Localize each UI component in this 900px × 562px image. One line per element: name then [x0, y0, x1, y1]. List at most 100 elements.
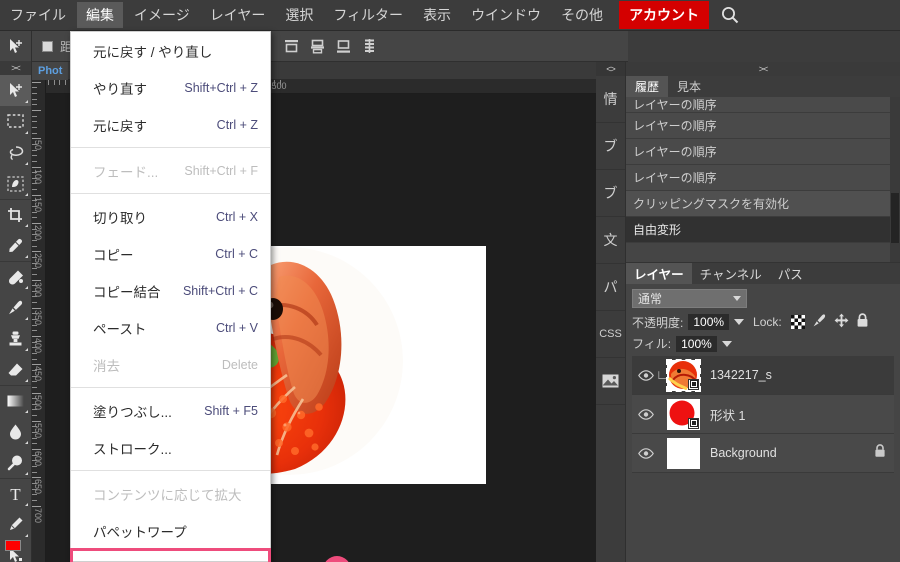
lock-all-icon[interactable] — [856, 313, 869, 331]
tool-crop-tool[interactable] — [0, 199, 31, 230]
edit-menu-item-label: 元に戻す / やり直し — [93, 44, 213, 60]
edit-menu-item[interactable]: 切り取り Ctrl + X — [71, 198, 270, 235]
eye-icon[interactable] — [636, 369, 656, 381]
menu-item-edit[interactable]: 編集 — [77, 2, 123, 28]
menu-item-view[interactable]: 表示 — [414, 2, 460, 28]
chevron-down-icon[interactable] — [721, 340, 732, 347]
eye-icon[interactable] — [636, 408, 656, 420]
blend-mode-select[interactable]: 通常 — [632, 289, 747, 308]
edit-menu-item[interactable]: コピー Ctrl + C — [71, 235, 270, 272]
layer-name[interactable]: 1342217_s — [710, 368, 772, 382]
layer-row[interactable]: Background — [632, 434, 894, 473]
rail-item-brush[interactable]: ブ — [596, 123, 625, 170]
tab-history[interactable]: 履歴 — [626, 76, 669, 97]
menu-item-image[interactable]: イメージ — [125, 2, 199, 28]
tab-layers[interactable]: レイヤー — [626, 263, 692, 284]
layer-row[interactable]: ∟ 1342217_s — [632, 356, 894, 395]
distribute-vertical-icon[interactable] — [361, 38, 378, 55]
layer-name[interactable]: 形状 1 — [710, 405, 745, 424]
align-top-icon[interactable] — [283, 38, 300, 55]
foreground-color-swatch[interactable] — [5, 540, 21, 551]
edit-menu-item[interactable]: やり直す Shift+Ctrl + Z — [71, 69, 270, 106]
layer-thumbnail[interactable] — [667, 437, 700, 469]
edit-menu-item[interactable]: パペットワープ — [71, 512, 270, 549]
ruler-tick — [32, 426, 37, 428]
tools-collapse-handle[interactable]: >< — [0, 61, 31, 75]
edit-dropdown-menu[interactable]: 元に戻す / やり直しやり直す Shift+Ctrl + Z 元に戻す Ctrl + … — [70, 31, 271, 562]
menu-item-file[interactable]: ファイル — [1, 2, 75, 28]
tab-channels[interactable]: チャンネル — [692, 263, 770, 284]
history-scroll-thumb[interactable] — [891, 193, 899, 243]
edit-menu-item[interactable]: ペースト Ctrl + V — [71, 309, 270, 346]
color-swatches[interactable] — [5, 540, 28, 558]
rail-item-character[interactable]: 文 — [596, 217, 625, 264]
step-badge-1: 1 — [323, 556, 351, 562]
align-middle-icon[interactable] — [309, 38, 326, 55]
move-tool-top[interactable] — [0, 31, 31, 61]
ruler-tick — [32, 386, 37, 388]
edit-menu-item[interactable]: 塗りつぶし... Shift + F5 — [71, 392, 270, 429]
menu-item-select[interactable]: 選択 — [276, 2, 322, 28]
history-item: クリッピングマスクを有効化 — [626, 191, 900, 217]
move-lock-icon[interactable] — [834, 313, 849, 331]
transparency-lock-icon[interactable] — [790, 315, 805, 329]
account-button[interactable]: アカウント — [619, 1, 710, 29]
tool-move-tool[interactable] — [0, 75, 31, 106]
ruler-label: 200 — [33, 225, 43, 241]
tab-paths[interactable]: パス — [770, 263, 811, 284]
layer-name[interactable]: Background — [710, 446, 777, 460]
ruler-tick — [32, 336, 41, 337]
tool-pen-tool[interactable] — [0, 509, 31, 540]
ruler-tick — [32, 160, 37, 162]
distance-checkbox[interactable] — [42, 40, 53, 52]
menu-item-filter[interactable]: フィルター — [324, 2, 412, 28]
tool-quick-selection-tool[interactable] — [0, 168, 31, 199]
brush-lock-icon[interactable] — [812, 313, 827, 331]
tool-dodge-tool[interactable] — [0, 447, 31, 478]
rail-collapse-handle[interactable]: <> — [596, 62, 625, 76]
layer-row[interactable]: 形状 1 — [632, 395, 894, 434]
rail-item-image-icon[interactable] — [596, 358, 625, 405]
tool-gradient-tool[interactable] — [0, 385, 31, 416]
edit-menu-item[interactable]: 元に戻す / やり直し — [71, 32, 270, 69]
ruler-tick — [32, 115, 37, 117]
tool-marquee-tool[interactable] — [0, 106, 31, 137]
edit-menu-item[interactable]: 元に戻す Ctrl + Z — [71, 106, 270, 143]
blend-mode-value: 通常 — [638, 292, 663, 306]
edit-menu-item[interactable]: ストローク... — [71, 429, 270, 466]
history-list[interactable]: レイヤーの順序 レイヤーの順序 レイヤーの順序 レイヤーの順序 クリッピングマス… — [626, 97, 900, 262]
menu-item-layer[interactable]: レイヤー — [201, 2, 275, 28]
menu-item-window[interactable]: ウインドウ — [462, 2, 550, 28]
opacity-value[interactable]: 100% — [688, 314, 730, 330]
edit-menu-item-label: 自由変形 — [93, 558, 147, 562]
rail-item-css[interactable]: CSS — [596, 311, 625, 358]
search-icon[interactable] — [720, 5, 740, 25]
menu-item-other[interactable]: その他 — [552, 2, 612, 28]
tool-type-tool[interactable]: T — [0, 478, 31, 509]
layer-thumbnail[interactable] — [667, 398, 700, 430]
tool-lasso-tool[interactable] — [0, 137, 31, 168]
tool-eyedropper-tool[interactable] — [0, 230, 31, 261]
tool-blur-tool[interactable] — [0, 416, 31, 447]
edit-menu-item[interactable]: コピー結合 Shift+Ctrl + C — [71, 272, 270, 309]
tool-clone-stamp-tool[interactable] — [0, 323, 31, 354]
ruler-tick — [32, 126, 37, 128]
rail-item-paragraph[interactable]: パ — [596, 264, 625, 311]
rail-item-brush-preset[interactable]: ブ — [596, 170, 625, 217]
history-scrollbar[interactable] — [890, 97, 900, 262]
fill-value[interactable]: 100% — [676, 335, 717, 352]
edit-menu-item[interactable]: 自由変形Alt+Ctrl + T — [70, 548, 271, 562]
rail-item-info[interactable]: 情 — [596, 76, 625, 123]
chevron-down-icon[interactable] — [734, 319, 745, 325]
tool-healing-brush-tool[interactable] — [0, 261, 31, 292]
dock-collapse-handle[interactable]: >< — [626, 62, 900, 76]
artboard[interactable] — [175, 246, 486, 484]
document-tab[interactable]: Phot — [32, 61, 69, 80]
align-bottom-icon[interactable] — [335, 38, 352, 55]
lock-label: Lock: — [753, 315, 782, 329]
tab-swatches[interactable]: 見本 — [668, 76, 711, 97]
tool-brush-tool[interactable] — [0, 292, 31, 323]
tool-eraser-tool[interactable] — [0, 354, 31, 385]
layer-thumbnail[interactable] — [666, 358, 701, 392]
eye-icon[interactable] — [636, 447, 656, 459]
